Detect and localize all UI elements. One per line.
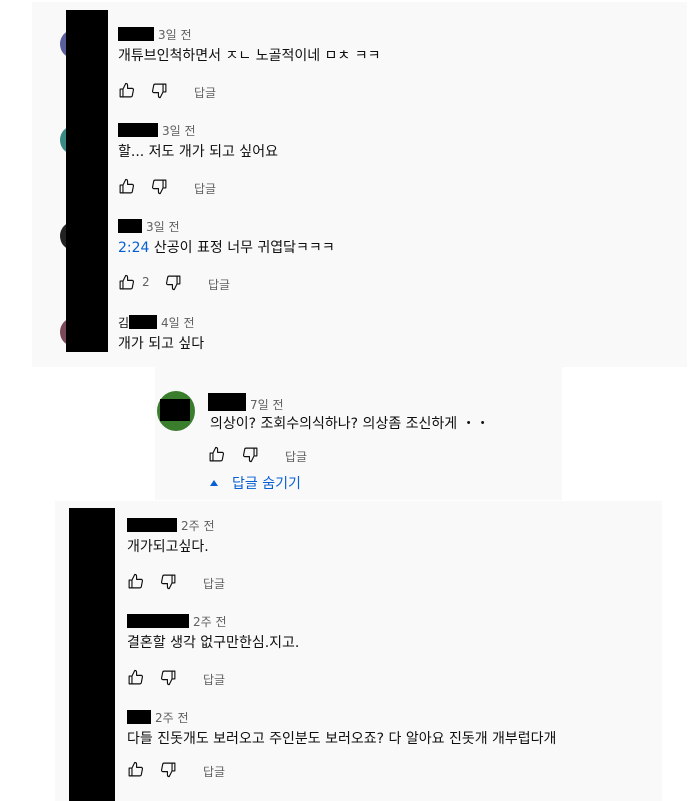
comment-time[interactable]: 3일 전 bbox=[158, 28, 192, 42]
thumb-up-icon bbox=[128, 573, 144, 589]
comment-time[interactable]: 3일 전 bbox=[146, 220, 180, 234]
reply-button[interactable]: 답글 bbox=[203, 671, 225, 688]
comment-meta: 2주 전 bbox=[127, 613, 227, 630]
reply-button[interactable]: 답글 bbox=[203, 575, 225, 592]
comment-text: 개가되고싶다. bbox=[127, 539, 209, 555]
thumb-up-icon bbox=[119, 82, 135, 98]
like-count: 2 bbox=[142, 275, 150, 289]
comment-time[interactable]: 2주 전 bbox=[155, 711, 189, 725]
comment-meta: 2주 전 bbox=[127, 517, 215, 534]
author-name-redacted bbox=[129, 315, 158, 329]
author-name[interactable] bbox=[127, 518, 177, 532]
thumb-up-icon bbox=[119, 274, 135, 290]
comment-text: 의상이? 조회수의식하나? 의상좀 조신하게 ・・ bbox=[210, 416, 490, 432]
author-name[interactable] bbox=[208, 393, 246, 411]
comment-time[interactable]: 2주 전 bbox=[193, 615, 227, 629]
thumb-down-icon bbox=[160, 762, 176, 778]
author-name[interactable] bbox=[127, 710, 151, 724]
comment-time[interactable]: 3일 전 bbox=[162, 124, 196, 138]
like-button[interactable] bbox=[208, 446, 225, 463]
author-name[interactable] bbox=[118, 123, 158, 137]
comment-text: 개가 되고 싶다 bbox=[118, 336, 205, 352]
like-button[interactable] bbox=[118, 274, 135, 291]
reply-button[interactable]: 답글 bbox=[203, 763, 225, 780]
dislike-button[interactable] bbox=[160, 573, 177, 590]
comment-text: 개튜브인척하면서 ㅈㄴ 노골적이네 ㅁㅊ ㅋㅋ bbox=[118, 48, 381, 64]
redaction-bar bbox=[69, 508, 115, 801]
comment-text: 2:24 산공이 표정 너무 귀엽닼ㅋㅋㅋ bbox=[118, 237, 335, 257]
dislike-button[interactable] bbox=[160, 761, 177, 778]
comment-time[interactable]: 4일 전 bbox=[161, 316, 195, 330]
dislike-button[interactable] bbox=[151, 178, 168, 195]
redaction-bar bbox=[66, 10, 108, 352]
comment-meta: 김 4일 전 bbox=[118, 314, 195, 331]
like-button[interactable] bbox=[127, 573, 144, 590]
thumb-down-icon bbox=[151, 83, 167, 99]
thumb-down-icon bbox=[151, 179, 167, 195]
thumb-up-icon bbox=[128, 761, 144, 777]
caret-up-icon bbox=[210, 480, 218, 486]
author-name[interactable] bbox=[127, 614, 189, 628]
reply-button[interactable]: 답글 bbox=[194, 180, 216, 197]
thumb-up-icon bbox=[119, 178, 135, 194]
hide-replies-button[interactable]: 답글 숨기기 bbox=[210, 473, 301, 493]
reply-button[interactable]: 답글 bbox=[285, 448, 307, 465]
dislike-button[interactable] bbox=[160, 669, 177, 686]
dislike-button[interactable] bbox=[165, 274, 182, 291]
like-button[interactable] bbox=[127, 761, 144, 778]
thumb-up-icon bbox=[209, 446, 225, 462]
comment-text-rest: 산공이 표정 너무 귀엽닼ㅋㅋㅋ bbox=[149, 240, 335, 256]
like-button[interactable] bbox=[118, 82, 135, 99]
comment-meta: 3일 전 bbox=[118, 122, 196, 139]
comment-text: 다들 진돗개도 보러오고 주인분도 보러오죠? 다 알아요 진돗개 개부럽다개 bbox=[127, 731, 557, 747]
reply-button[interactable]: 답글 bbox=[194, 84, 216, 101]
thumb-down-icon bbox=[160, 574, 176, 590]
author-name[interactable] bbox=[118, 219, 142, 233]
comment-meta: 7일 전 bbox=[208, 393, 284, 413]
comment-text: 할... 저도 개가 되고 싶어요 bbox=[118, 144, 278, 160]
thumb-down-icon bbox=[242, 447, 258, 463]
author-name[interactable]: 김 bbox=[118, 314, 129, 331]
hide-replies-label: 답글 숨기기 bbox=[232, 476, 301, 492]
dislike-button[interactable] bbox=[242, 446, 259, 463]
comment-text: 결혼할 생각 없구만한심.지고. bbox=[127, 635, 300, 651]
comment-meta: 2주 전 bbox=[127, 709, 189, 726]
dislike-button[interactable] bbox=[151, 82, 168, 99]
comment-meta: 3일 전 bbox=[118, 26, 192, 43]
comment-time[interactable]: 7일 전 bbox=[250, 398, 284, 412]
thumb-up-icon bbox=[128, 669, 144, 685]
comment-time[interactable]: 2주 전 bbox=[181, 519, 215, 533]
timestamp-link[interactable]: 2:24 bbox=[118, 240, 149, 256]
thumb-down-icon bbox=[165, 275, 181, 291]
reply-button[interactable]: 답글 bbox=[208, 276, 230, 293]
like-button[interactable] bbox=[127, 669, 144, 686]
redaction-box bbox=[160, 399, 190, 421]
thumb-down-icon bbox=[160, 670, 176, 686]
author-name[interactable] bbox=[118, 27, 154, 41]
comment-meta: 3일 전 bbox=[118, 218, 180, 235]
like-button[interactable] bbox=[118, 178, 135, 195]
